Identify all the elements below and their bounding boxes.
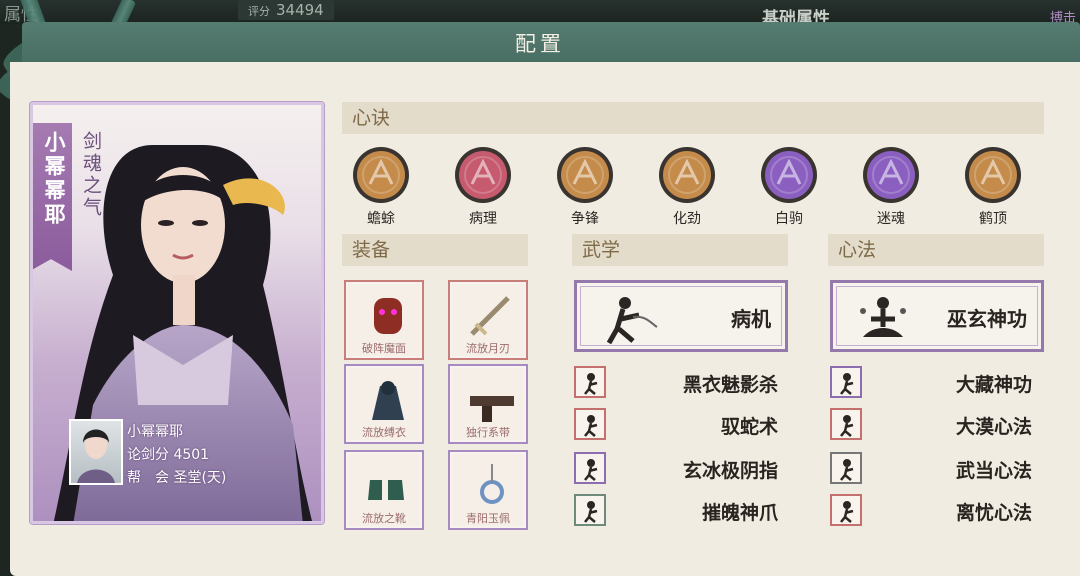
skill-orb-icon xyxy=(862,146,920,204)
xinjue-skill-3[interactable]: 争锋 xyxy=(545,146,625,228)
mental-item-icon xyxy=(830,452,862,484)
character-title: 剑魂之气 xyxy=(80,131,102,219)
mental-item-label: 大漠心法 xyxy=(955,416,1032,438)
xinjue-skill-2[interactable]: 病理 xyxy=(443,146,523,228)
mental-item-label: 武当心法 xyxy=(955,460,1032,482)
background-top-bar xyxy=(0,0,1080,24)
panel-title: 配置 xyxy=(515,32,565,56)
section-mental-header: 心法 xyxy=(828,234,1044,266)
cloak-icon xyxy=(372,381,404,420)
skill-label: 鹤顶 xyxy=(979,211,1007,227)
character-card[interactable]: 小幂幂耶 剑魂之气 小幂幂耶 论剑分 4501 帮 会 圣堂(天) xyxy=(30,102,324,524)
equipment-slot-5[interactable]: 流放之靴 xyxy=(344,450,424,530)
skill-label: 蟾蜍 xyxy=(367,211,395,227)
section-martial-header: 武学 xyxy=(572,234,788,266)
martial-item-label: 玄冰极阴指 xyxy=(682,460,778,482)
skill-label: 迷魂 xyxy=(877,211,905,227)
mental-item-label: 离忧心法 xyxy=(955,502,1032,524)
character-name: 小幂幂耶 xyxy=(42,131,66,227)
mental-item-2[interactable]: 大漠心法 xyxy=(830,408,1032,442)
equipment-label: 流放缚衣 xyxy=(362,426,406,439)
section-equipment-header: 装备 xyxy=(342,234,528,266)
martial-item-label: 黑衣魅影杀 xyxy=(682,374,778,396)
skill-orb-icon xyxy=(352,146,410,204)
character-info: 小幂幂耶 论剑分 4501 帮 会 圣堂(天) xyxy=(69,417,299,489)
equipment-label: 破阵魔面 xyxy=(362,342,406,355)
background-score: 评分 34494 xyxy=(238,0,334,20)
mental-item-icon xyxy=(830,366,862,398)
mental-item-icon xyxy=(830,408,862,440)
martial-item-label: 驭蛇术 xyxy=(720,416,778,438)
xinjue-skill-6[interactable]: 迷魂 xyxy=(851,146,931,228)
martial-item-icon xyxy=(574,494,606,526)
mental-item-label: 大藏神功 xyxy=(955,374,1032,396)
blade-icon xyxy=(470,296,510,336)
mental-item-icon xyxy=(830,494,862,526)
section-xinjue-header: 心诀 xyxy=(342,102,1044,134)
mask-icon xyxy=(374,298,402,334)
pendant-icon xyxy=(480,464,504,504)
martial-item-2[interactable]: 驭蛇术 xyxy=(574,408,778,442)
score-value: 34494 xyxy=(276,1,324,19)
martial-item-label: 摧魄神爪 xyxy=(701,502,778,524)
martial-item-icon xyxy=(574,366,606,398)
martial-item-4[interactable]: 摧魄神爪 xyxy=(574,494,778,528)
equipment-label: 流放之靴 xyxy=(362,512,406,525)
xinjue-skill-7[interactable]: 鹤顶 xyxy=(953,146,1033,228)
martial-item-3[interactable]: 玄冰极阴指 xyxy=(574,452,778,486)
equipment-slot-6[interactable]: 青阳玉佩 xyxy=(448,450,528,530)
avatar[interactable] xyxy=(69,419,123,485)
belt-icon xyxy=(470,396,514,422)
martial-item-icon xyxy=(574,452,606,484)
martial-main-label: 病机 xyxy=(731,307,771,331)
equipment-slot-3[interactable]: 流放缚衣 xyxy=(344,364,424,444)
xinjue-skill-5[interactable]: 白驹 xyxy=(749,146,829,228)
mental-item-3[interactable]: 武当心法 xyxy=(830,452,1032,486)
skill-orb-icon xyxy=(454,146,512,204)
boots-icon xyxy=(368,480,404,500)
skill-label: 白驹 xyxy=(775,211,803,227)
equipment-slot-1[interactable]: 破阵魔面 xyxy=(344,280,424,360)
skill-label: 争锋 xyxy=(571,211,599,227)
mental-main-card[interactable]: 巫玄神功 xyxy=(830,280,1044,352)
equipment-label: 独行系带 xyxy=(466,426,510,439)
info-score: 论剑分 4501 xyxy=(127,447,210,463)
mental-main-label: 巫玄神功 xyxy=(947,307,1027,331)
xinjue-skill-4[interactable]: 化劲 xyxy=(647,146,727,228)
score-label: 评分 xyxy=(248,5,270,18)
mental-item-1[interactable]: 大藏神功 xyxy=(830,366,1032,400)
skill-orb-icon xyxy=(556,146,614,204)
skill-orb-icon xyxy=(658,146,716,204)
xinjue-skill-1[interactable]: 蟾蜍 xyxy=(341,146,421,228)
equipment-slot-4[interactable]: 独行系带 xyxy=(448,364,528,444)
mental-main-icon xyxy=(860,297,906,337)
skill-orb-icon xyxy=(964,146,1022,204)
info-guild: 帮 会 圣堂(天) xyxy=(127,470,227,486)
skill-label: 化劲 xyxy=(673,211,701,227)
equipment-slot-2[interactable]: 流放月刃 xyxy=(448,280,528,360)
martial-item-1[interactable]: 黑衣魅影杀 xyxy=(574,366,778,400)
config-screen: { "background": { "left_tab": "属性", "sco… xyxy=(0,0,1080,576)
skill-label: 病理 xyxy=(469,211,497,227)
martial-main-icon xyxy=(606,297,658,345)
info-name: 小幂幂耶 xyxy=(127,424,183,440)
skill-orb-icon xyxy=(760,146,818,204)
martial-main-card[interactable]: 病机 xyxy=(574,280,788,352)
martial-item-icon xyxy=(574,408,606,440)
equipment-label: 流放月刃 xyxy=(466,342,510,355)
mental-item-4[interactable]: 离忧心法 xyxy=(830,494,1032,528)
equipment-label: 青阳玉佩 xyxy=(466,512,510,525)
